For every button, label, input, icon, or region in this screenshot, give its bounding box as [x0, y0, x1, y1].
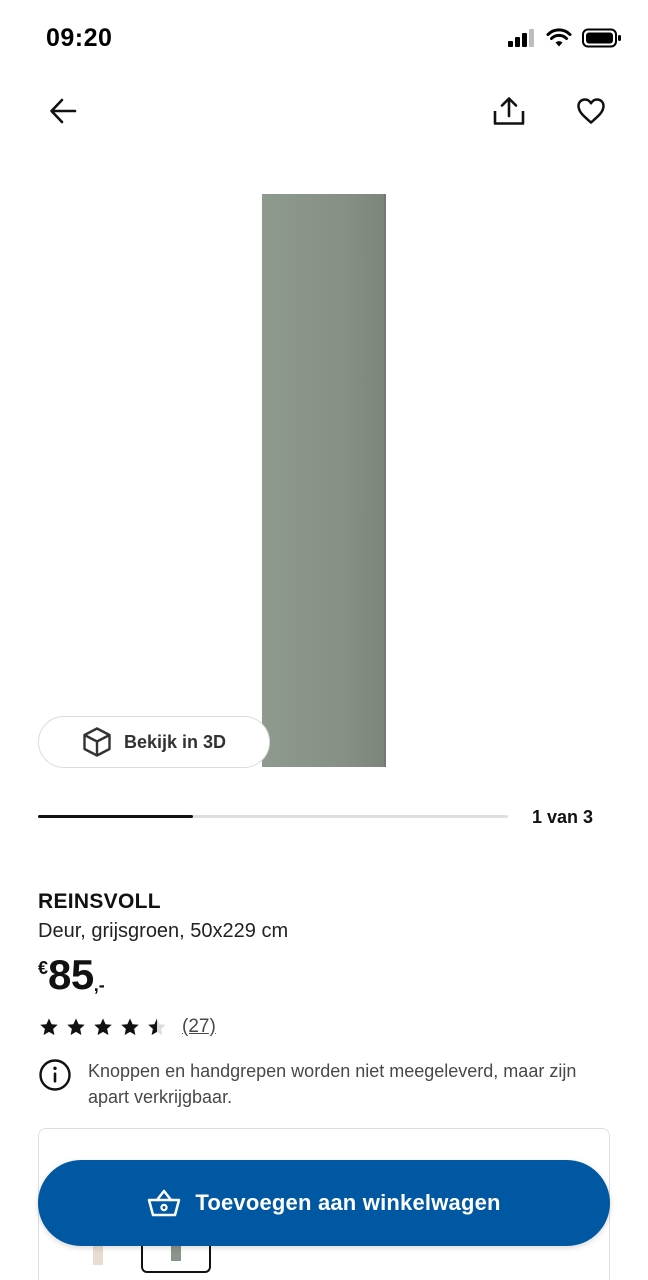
product-image[interactable] [262, 194, 386, 767]
star-full-icon [94, 1018, 112, 1035]
signal-icon [508, 29, 534, 47]
cube-icon [83, 727, 111, 757]
product-price: € 85 ,- [38, 953, 610, 997]
product-name: REINSVOLL [38, 890, 161, 913]
price-suffix: ,- [93, 975, 105, 995]
product-rating[interactable]: (27) [38, 1016, 216, 1038]
page-indicator: 1 van 3 [532, 807, 594, 827]
star-half-icon [148, 1018, 166, 1035]
status-bar: 09:20 [0, 0, 648, 78]
nav-bar [0, 78, 648, 142]
gallery-progress-track [38, 815, 508, 818]
info-icon [39, 1059, 71, 1091]
share-icon [493, 97, 525, 125]
status-time: 09:20 [46, 24, 113, 52]
arrow-left-icon [50, 98, 77, 124]
product-description: Deur, grijsgroen, 50x229 cm [38, 920, 289, 942]
price-currency: € [38, 958, 49, 978]
heart-icon [577, 98, 605, 124]
notice-text: Knoppen en handgrepen worden niet meegel… [88, 1061, 577, 1107]
share-button[interactable] [486, 88, 532, 134]
wifi-icon [546, 28, 572, 47]
back-button[interactable] [40, 88, 86, 134]
view-3d-button[interactable]: Bekijk in 3D [38, 716, 270, 768]
battery-icon [582, 28, 621, 48]
favorite-button[interactable] [568, 88, 614, 134]
star-full-icon [67, 1018, 85, 1035]
add-to-cart-label: Toevoegen aan winkelwagen [195, 1190, 501, 1215]
gallery-progress-fill [38, 815, 194, 818]
shopping-basket-icon [148, 1189, 181, 1217]
product-notice: Knoppen en handgrepen worden niet meegel… [38, 1058, 610, 1110]
product-info: REINSVOLL Deur, grijsgroen, 50x229 cm € … [38, 890, 610, 997]
star-full-icon [40, 1018, 58, 1035]
view-3d-label: Bekijk in 3D [123, 731, 227, 752]
review-count-link[interactable]: (27) [182, 1016, 216, 1038]
rating-stars [38, 1017, 168, 1037]
add-to-cart-button[interactable]: Toevoegen aan winkelwagen [38, 1160, 610, 1246]
status-icons [508, 28, 622, 48]
price-value: 85 [48, 951, 94, 998]
star-full-icon [121, 1018, 139, 1035]
product-gallery[interactable]: Bekijk in 3D [0, 160, 648, 800]
